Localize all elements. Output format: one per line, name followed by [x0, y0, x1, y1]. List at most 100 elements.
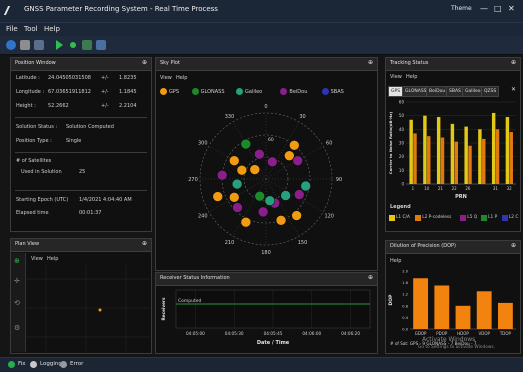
save-icon[interactable]: [34, 40, 44, 50]
tracking-menu-help[interactable]: Help: [406, 74, 417, 80]
menu-file[interactable]: File: [6, 25, 18, 33]
dop-bar: [476, 291, 492, 329]
y-tick-label: 40: [399, 127, 405, 132]
status-bar: Fix Logging Error: [0, 357, 523, 372]
satellite-marker: [228, 155, 240, 166]
pin-icon[interactable]: ⊕: [511, 59, 516, 66]
plan-view-canvas[interactable]: [26, 265, 150, 351]
theme-menu[interactable]: Theme: [451, 5, 472, 12]
starting-epoch-value: 1/4/2021 4:04:40 AM: [79, 197, 132, 203]
chart-icon[interactable]: [96, 40, 106, 50]
satellite-marker: [291, 210, 302, 221]
y-tick-label: 10: [399, 168, 405, 173]
receiver-status-title: Receiver Status Information: [160, 275, 230, 281]
dop-title: Dilution of Precision (DOP): [390, 243, 456, 249]
solution-status-value: Solution Computed: [66, 124, 114, 130]
tracking-status-title: Tracking Status: [390, 60, 429, 66]
close-tab-icon[interactable]: ✕: [511, 86, 516, 93]
divider: [15, 117, 147, 118]
position-window-title: Position Window: [15, 60, 56, 66]
used-in-solution-value: 25: [79, 169, 86, 175]
record-icon[interactable]: [70, 42, 76, 48]
plan-view-menu-view[interactable]: View: [31, 256, 43, 262]
satellite-marker: [216, 169, 228, 181]
tab-qzss[interactable]: QZSS: [481, 86, 500, 97]
help-icon[interactable]: [6, 40, 16, 50]
sky-spoke: [265, 178, 300, 237]
menu-bar: File Tool Help: [0, 22, 523, 37]
tab-gps[interactable]: GPS: [388, 86, 404, 97]
y-tick-label: 0.8: [402, 304, 408, 308]
y-tick-label: 0.4: [402, 316, 408, 320]
pin-icon[interactable]: ⊕: [511, 242, 516, 249]
y-tick-label: 20: [399, 154, 405, 159]
receiver-status-panel: Receiver Status Information ⊕ 04:05:00 04…: [155, 272, 378, 354]
fix-label: Fix: [18, 361, 26, 367]
azimuth-label: 330: [225, 114, 235, 120]
latitude-label: Latitude :: [16, 75, 40, 81]
tracking-legend-label: L2 C: [508, 215, 519, 220]
pin-icon[interactable]: ⊕: [368, 59, 373, 66]
position-type-label: Position Type :: [16, 138, 52, 144]
tracking-legend: L1 C/A L2 P-codeless L5 Q L1 P L2 C: [389, 214, 519, 224]
sky-plot-menu-view[interactable]: View: [160, 75, 172, 81]
plan-view-menu-help[interactable]: Help: [47, 256, 58, 262]
position-window: Position Window ⊕ Latitude : 24.04505031…: [10, 57, 152, 232]
sky-legend-glonass-icon: [191, 88, 199, 95]
settings-icon[interactable]: [20, 40, 30, 50]
receiver-status-chart: 04:05:00 04:05:30 04:05:45 04:06:00 04:06:20…: [161, 289, 371, 346]
x-tick-label: 1: [412, 186, 415, 191]
tracking-bar: [436, 117, 441, 184]
sky-plot-title: Sky Plot: [160, 60, 180, 66]
tracking-legend-swatch: [415, 215, 422, 221]
pin-icon[interactable]: ⊕: [142, 240, 147, 247]
menu-help[interactable]: Help: [44, 25, 60, 33]
reset-icon[interactable]: ⟲: [14, 299, 20, 307]
tracking-chart: 0 10 20 30 40 50 60 1 10 21 22 26 31 32 PRN Carrier to …: [388, 100, 516, 200]
close-icon[interactable]: ✕: [508, 4, 515, 13]
minimize-icon[interactable]: —: [480, 4, 488, 13]
dop-menu-help[interactable]: Help: [390, 258, 401, 264]
satellite-marker: [212, 191, 224, 202]
satellite-marker: [264, 195, 276, 206]
play-icon[interactable]: [56, 40, 63, 50]
receiver-status-header: Receiver Status Information ⊕: [156, 273, 377, 286]
longitude-value: 67.03651911812: [48, 89, 91, 95]
tracking-bar: [468, 145, 472, 184]
tab-beidou[interactable]: BeiDou: [426, 86, 449, 97]
satellite-marker: [266, 156, 278, 168]
sky-plot-menu-help[interactable]: Help: [176, 75, 187, 81]
tracking-bar: [464, 126, 468, 184]
azimuth-label: 180: [261, 250, 271, 256]
sky-plot-legend: GPS GLONASS Galileo BeiDou SBAS: [160, 87, 370, 97]
zoom-icon[interactable]: ⊕: [14, 257, 20, 265]
height-label: Height :: [16, 103, 36, 109]
height-accuracy: 2.2104: [119, 103, 137, 109]
sky-legend-label: SBAS: [330, 89, 344, 95]
tracking-bar: [509, 132, 513, 184]
divider: [15, 152, 147, 153]
x-tick-label: 04:06:00: [302, 331, 321, 336]
settings-icon[interactable]: ⚙: [14, 324, 20, 332]
position-type-value: Single: [66, 138, 82, 144]
satellite-marker: [280, 190, 291, 201]
satellite-marker: [292, 155, 304, 166]
tracking-menu-view[interactable]: View: [390, 74, 402, 80]
pan-icon[interactable]: ✛: [14, 277, 20, 285]
maximize-icon[interactable]: □: [494, 4, 502, 13]
plan-view-panel: Plan View ⊕ View Help ⊕ ✛ ⟲ ⚙: [10, 238, 152, 354]
pin-icon[interactable]: ⊕: [368, 274, 373, 281]
pin-icon[interactable]: ⊕: [142, 59, 147, 66]
tracking-legend-label: L2 P-codeless: [422, 215, 452, 220]
azimuth-label: 150: [298, 240, 308, 246]
app-logo-icon: [3, 6, 21, 15]
x-tick-label: 04:05:30: [225, 331, 244, 336]
starting-epoch-label: Starting Epoch (UTC): [16, 197, 69, 203]
dop-bar: [434, 285, 450, 329]
x-tick-label: VDOP: [479, 331, 491, 336]
map-icon[interactable]: [82, 40, 92, 50]
x-tick-label: 31: [493, 186, 499, 191]
sky-legend-label: Galileo: [245, 89, 263, 95]
y-tick-label: 0.0: [402, 328, 408, 332]
menu-tool[interactable]: Tool: [24, 25, 38, 33]
